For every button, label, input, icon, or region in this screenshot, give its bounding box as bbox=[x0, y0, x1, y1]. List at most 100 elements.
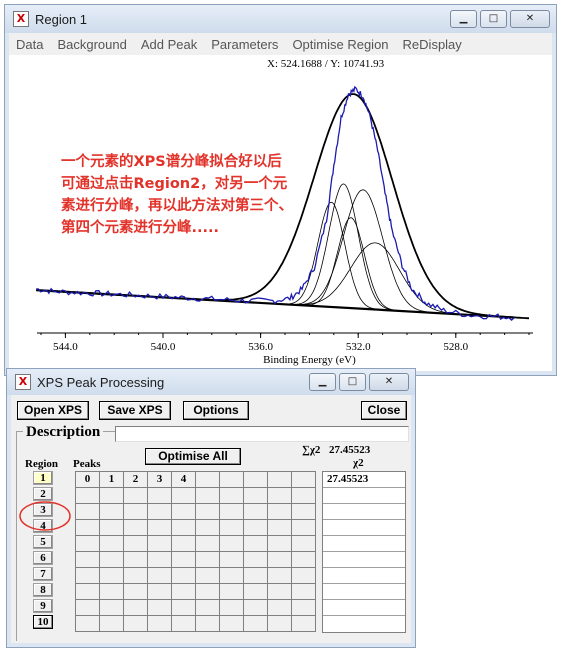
peak-grid-cell[interactable] bbox=[124, 600, 148, 616]
peak-grid-cell[interactable] bbox=[148, 536, 172, 552]
peak-grid-cell[interactable] bbox=[76, 584, 100, 600]
peak-grid-cell[interactable] bbox=[124, 616, 148, 632]
peak-grid-cell[interactable] bbox=[124, 504, 148, 520]
peak-grid-cell[interactable] bbox=[292, 520, 316, 536]
peak-grid-cell[interactable] bbox=[220, 568, 244, 584]
peak-grid-cell[interactable] bbox=[244, 536, 268, 552]
maximize-button[interactable]: □ bbox=[480, 10, 507, 28]
peak-grid-cell[interactable] bbox=[292, 536, 316, 552]
region-button-5[interactable]: 5 bbox=[33, 535, 53, 549]
region-button-7[interactable]: 7 bbox=[33, 567, 53, 581]
peak-header-cell[interactable]: 1 bbox=[100, 472, 124, 488]
peak-grid-cell[interactable] bbox=[148, 552, 172, 568]
peak-grid-cell[interactable] bbox=[292, 552, 316, 568]
menu-parameters[interactable]: Parameters bbox=[204, 37, 285, 52]
peak-grid-cell[interactable] bbox=[196, 568, 220, 584]
peak-grid-cell[interactable] bbox=[76, 616, 100, 632]
peak-grid-cell[interactable] bbox=[148, 600, 172, 616]
peak-grid-cell[interactable] bbox=[292, 568, 316, 584]
peak-grid-cell[interactable] bbox=[268, 600, 292, 616]
peak-grid-cell[interactable] bbox=[220, 520, 244, 536]
peak-grid-cell[interactable] bbox=[244, 552, 268, 568]
minimize-button[interactable]: ▁ bbox=[450, 10, 477, 28]
peak-grid-cell[interactable] bbox=[172, 504, 196, 520]
peak-grid-cell[interactable] bbox=[220, 488, 244, 504]
peak-grid-cell[interactable] bbox=[172, 568, 196, 584]
peak-grid-cell[interactable] bbox=[244, 584, 268, 600]
region-window-titlebar[interactable]: X Region 1 ▁ □ ✕ bbox=[5, 5, 556, 33]
peak-grid-cell[interactable] bbox=[100, 552, 124, 568]
peak-grid-cell[interactable] bbox=[148, 616, 172, 632]
save-xps-button[interactable]: Save XPS bbox=[99, 401, 171, 420]
peak-grid-cell[interactable] bbox=[172, 584, 196, 600]
peak-grid-cell[interactable] bbox=[76, 552, 100, 568]
peak-grid-cell[interactable] bbox=[148, 488, 172, 504]
region-button-9[interactable]: 9 bbox=[33, 599, 53, 613]
peak-grid-cell[interactable] bbox=[268, 616, 292, 632]
peak-grid-cell[interactable] bbox=[100, 600, 124, 616]
peak-grid-cell[interactable] bbox=[292, 616, 316, 632]
menu-redisplay[interactable]: ReDisplay bbox=[396, 37, 469, 52]
menu-background[interactable]: Background bbox=[50, 37, 133, 52]
peak-grid-cell[interactable] bbox=[100, 504, 124, 520]
description-input[interactable] bbox=[115, 426, 409, 442]
peak-grid-cell[interactable] bbox=[124, 536, 148, 552]
peak-grid-cell[interactable] bbox=[220, 552, 244, 568]
peak-grid-cell[interactable] bbox=[124, 568, 148, 584]
peak-processing-titlebar[interactable]: X XPS Peak Processing ▁ □ ✕ bbox=[7, 369, 415, 395]
peak-grid-cell[interactable] bbox=[220, 536, 244, 552]
peak-grid-cell[interactable] bbox=[172, 520, 196, 536]
region-button-6[interactable]: 6 bbox=[33, 551, 53, 565]
peak-grid-cell[interactable] bbox=[268, 568, 292, 584]
peak-grid-cell[interactable] bbox=[124, 584, 148, 600]
peak-grid-cell[interactable] bbox=[196, 536, 220, 552]
region-button-1[interactable]: 1 bbox=[33, 471, 53, 485]
open-xps-button[interactable]: Open XPS bbox=[17, 401, 89, 420]
peak-grid-cell[interactable] bbox=[124, 552, 148, 568]
peak-grid-cell[interactable] bbox=[100, 616, 124, 632]
peak-grid-cell[interactable] bbox=[196, 520, 220, 536]
peak-grid-cell[interactable] bbox=[244, 568, 268, 584]
peak-grid-cell[interactable] bbox=[124, 488, 148, 504]
peak-grid-cell[interactable] bbox=[292, 488, 316, 504]
peak-grid-cell[interactable] bbox=[172, 600, 196, 616]
peak-grid-cell[interactable] bbox=[220, 504, 244, 520]
peak-grid-cell[interactable] bbox=[292, 600, 316, 616]
peak-grid-cell[interactable] bbox=[268, 536, 292, 552]
peak-grid-cell[interactable] bbox=[124, 520, 148, 536]
peak-grid-cell[interactable] bbox=[100, 520, 124, 536]
peak-grid-cell[interactable] bbox=[172, 488, 196, 504]
peak-grid-cell[interactable] bbox=[268, 488, 292, 504]
peak-grid-cell[interactable] bbox=[148, 520, 172, 536]
peak-grid-cell[interactable] bbox=[172, 552, 196, 568]
close-window-button[interactable]: ✕ bbox=[510, 10, 550, 28]
menu-add-peak[interactable]: Add Peak bbox=[134, 37, 204, 52]
peak-header-cell[interactable]: 3 bbox=[148, 472, 172, 488]
peak-grid-cell[interactable] bbox=[76, 536, 100, 552]
peak-grid-cell[interactable] bbox=[76, 600, 100, 616]
peak-grid-cell[interactable] bbox=[100, 536, 124, 552]
peak-grid-cell[interactable] bbox=[220, 600, 244, 616]
peak-grid-cell[interactable] bbox=[100, 568, 124, 584]
peak-grid-cell[interactable] bbox=[268, 520, 292, 536]
peak-grid-cell[interactable] bbox=[196, 600, 220, 616]
peak-grid-cell[interactable] bbox=[100, 488, 124, 504]
peak-header-cell[interactable]: 2 bbox=[124, 472, 148, 488]
peak-grid-cell[interactable] bbox=[76, 488, 100, 504]
peak-grid-cell[interactable] bbox=[172, 616, 196, 632]
peak-grid-cell[interactable] bbox=[172, 536, 196, 552]
peak-grid-cell[interactable] bbox=[196, 584, 220, 600]
peak-grid-cell[interactable] bbox=[196, 504, 220, 520]
peak-grid-cell[interactable] bbox=[292, 584, 316, 600]
peak-grid-cell[interactable] bbox=[76, 568, 100, 584]
maximize-button[interactable]: □ bbox=[339, 373, 366, 391]
peak-grid-cell[interactable] bbox=[268, 552, 292, 568]
peak-grid-cell[interactable] bbox=[148, 568, 172, 584]
peak-grid-cell[interactable] bbox=[196, 488, 220, 504]
optimise-all-button[interactable]: Optimise All bbox=[145, 448, 241, 465]
peak-grid-cell[interactable] bbox=[196, 552, 220, 568]
region-button-8[interactable]: 8 bbox=[33, 583, 53, 597]
region-button-10[interactable]: 10 bbox=[33, 615, 53, 629]
peak-grid-cell[interactable] bbox=[244, 600, 268, 616]
close-window-button[interactable]: ✕ bbox=[369, 373, 409, 391]
